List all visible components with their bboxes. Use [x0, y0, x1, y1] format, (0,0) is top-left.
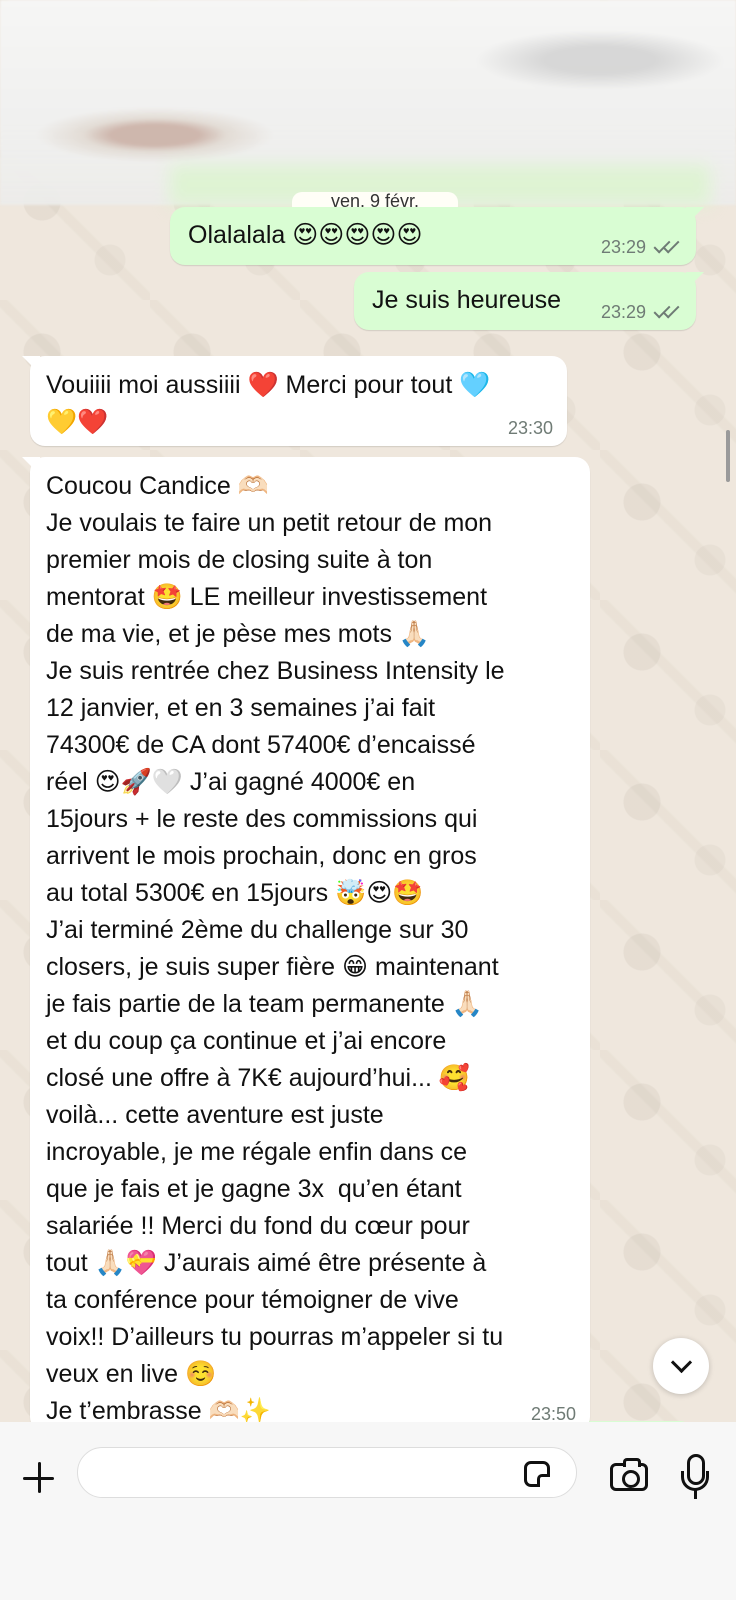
message-time: 23:50	[530, 1404, 576, 1424]
sticker-icon[interactable]	[524, 1461, 550, 1487]
message-composer	[0, 1422, 736, 1600]
incoming-message[interactable]: Vouiiii moi aussiiii ❤️ Merci pour tout …	[30, 356, 567, 446]
incoming-message[interactable]: Coucou Candice 🫶🏻 Je voulais te faire un…	[30, 457, 590, 1432]
plus-icon[interactable]	[19, 1458, 59, 1498]
double-check-icon	[654, 304, 682, 320]
message-time: 23:29	[600, 302, 646, 322]
message-meta: 23:29	[601, 302, 682, 322]
message-meta: 23:29	[601, 237, 682, 257]
camera-icon[interactable]	[610, 1458, 648, 1491]
outgoing-message[interactable]: Je suis heureuse 23:29	[354, 272, 696, 330]
double-check-icon	[654, 239, 682, 255]
microphone-icon[interactable]	[680, 1454, 710, 1502]
microphone-stand	[694, 1489, 697, 1499]
outgoing-message[interactable]: Olalalala 😍😍😍😍😍 23:29	[170, 207, 696, 265]
message-input[interactable]	[77, 1447, 577, 1498]
scroll-down-button[interactable]	[653, 1338, 709, 1394]
message-time: 23:29	[600, 237, 646, 257]
message-text: Coucou Candice 🫶🏻 Je voulais te faire un…	[46, 472, 505, 1425]
message-time: 23:30	[507, 418, 553, 438]
chat-scrollbar[interactable]	[726, 430, 730, 482]
message-text: Vouiiii moi aussiiii ❤️ Merci pour tout …	[46, 371, 491, 436]
blurred-header	[0, 0, 736, 205]
